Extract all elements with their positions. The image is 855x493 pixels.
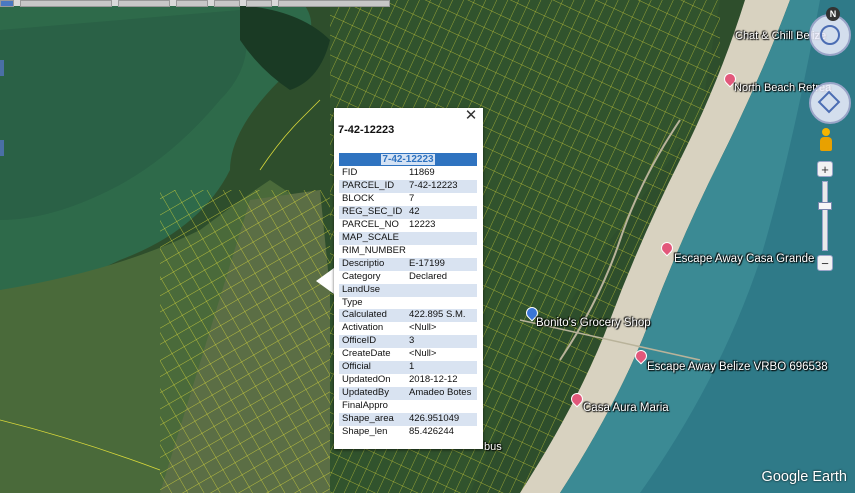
attribute-table: FID 11869 PARCEL_ID 7-42-12223 BLOCK 7 REG_SEC… (339, 167, 477, 439)
attribute-key: Calculated (339, 309, 406, 323)
attribute-key: REG_SEC_ID (339, 205, 406, 219)
attribute-value: 422.895 S.M. (406, 309, 477, 323)
attribute-value: Amadeo Botes (406, 387, 477, 401)
attribute-value: 85.426244 (409, 426, 454, 438)
attribute-value: <Null> (409, 322, 437, 334)
attribute-row: Calculated 422.895 S.M. (339, 309, 477, 323)
look-joystick[interactable] (809, 82, 851, 124)
attribute-key: PARCEL_NO (342, 218, 399, 230)
attribute-key: Shape_len (342, 426, 388, 438)
close-icon[interactable]: ✕ (464, 108, 478, 123)
google-earth-logo: Google Earth (761, 469, 847, 485)
popup-pointer (316, 268, 334, 294)
place-label-casa-aura[interactable]: Casa Aura Maria (583, 402, 669, 414)
attribute-value: 2018-12-12 (409, 374, 458, 386)
popup-title: 7-42-12223 (338, 124, 395, 136)
attribute-row: BLOCK 7 (339, 193, 477, 206)
place-label-bus[interactable]: bus (484, 441, 502, 453)
attribute-key: Category (342, 270, 381, 282)
street-view-pegman-icon[interactable] (819, 128, 833, 152)
attribute-row: Shape_len 85.426244 (339, 426, 477, 439)
attribute-key: RIM_NUMBER (342, 244, 406, 256)
attribute-row: Activation <Null> (339, 322, 477, 335)
attribute-row: FinalAppro (339, 400, 477, 413)
attribute-key: UpdatedOn (342, 374, 391, 386)
attribute-row: Shape_area 426.951049 (339, 413, 477, 427)
rotate-icon[interactable] (820, 25, 840, 45)
attribute-value (406, 231, 477, 245)
attribute-row: RIM_NUMBER (339, 245, 477, 258)
toolbar-button[interactable] (20, 0, 112, 7)
attribute-row: UpdatedBy Amadeo Botes (339, 387, 477, 401)
attribute-key: Activation (342, 322, 384, 334)
attribute-value: 3 (406, 335, 477, 349)
attribute-key: PARCEL_ID (339, 179, 406, 193)
attribute-value (406, 245, 477, 258)
attribute-key: Type (342, 296, 363, 308)
toolbar-button[interactable] (176, 0, 208, 7)
compass-ring[interactable]: N (809, 7, 851, 56)
attribute-header-label: 7-42-12223 (381, 154, 435, 165)
attribute-key: FID (342, 167, 358, 178)
attribute-value: Declared (409, 270, 448, 282)
attribute-row: REG_SEC_ID 42 (339, 205, 477, 219)
toolbar-button[interactable] (278, 0, 390, 7)
attribute-key: UpdatedBy (339, 387, 406, 401)
attribute-key: OfficeID (339, 335, 406, 349)
navigation-controls: N + − (795, 6, 855, 276)
attribute-value: 12223 (409, 218, 436, 230)
attribute-row: Type (339, 297, 477, 310)
place-label-bonitos[interactable]: Bonito's Grocery Shop (536, 317, 651, 329)
attribute-value: <Null> (409, 348, 437, 360)
attribute-value (406, 297, 477, 310)
place-label-escape-away-casa[interactable]: Escape Away Casa Grande (674, 253, 814, 265)
toolbar-button[interactable] (0, 0, 14, 7)
attribute-value: 1 (406, 361, 477, 375)
side-panel-tab[interactable] (0, 60, 4, 76)
attribute-row: MAP_SCALE (339, 231, 477, 245)
attribute-value: 7 (409, 192, 415, 204)
attribute-row: FID 11869 (339, 167, 477, 180)
toolbar-button[interactable] (246, 0, 272, 7)
attribute-row: Official 1 (339, 361, 477, 375)
attribute-row: PARCEL_NO 12223 (339, 219, 477, 232)
attribute-row: LandUse (339, 283, 477, 297)
attribute-row: Descriptio E-17199 (339, 257, 477, 271)
attribute-value: 42 (406, 205, 477, 219)
zoom-slider-thumb[interactable] (818, 202, 832, 210)
attribute-row: OfficeID 3 (339, 335, 477, 349)
toolbar-strip (0, 0, 390, 7)
attribute-value (406, 400, 477, 413)
attribute-row: UpdatedOn 2018-12-12 (339, 374, 477, 387)
attribute-key: Descriptio (339, 257, 406, 271)
attribute-row: Category Declared (339, 271, 477, 284)
north-indicator[interactable]: N (826, 7, 840, 21)
zoom-in-button[interactable]: + (817, 161, 833, 177)
attribute-table-header: 7-42-12223 (339, 153, 477, 166)
attribute-value (406, 283, 477, 297)
toolbar-button[interactable] (214, 0, 240, 7)
parcel-info-popup: ✕ 7-42-12223 7-42-12223 FID 11869 PARCEL_I… (334, 108, 483, 449)
side-panel-tab[interactable] (0, 140, 4, 156)
attribute-key: Official (339, 361, 406, 375)
attribute-row: CreateDate <Null> (339, 348, 477, 361)
attribute-value: 426.951049 (406, 413, 477, 427)
attribute-key: LandUse (339, 283, 406, 297)
attribute-key: FinalAppro (342, 400, 388, 412)
zoom-slider[interactable] (818, 181, 832, 251)
zoom-out-button[interactable]: − (817, 255, 833, 271)
attribute-key: Shape_area (339, 413, 406, 427)
look-icon[interactable] (817, 90, 841, 114)
attribute-key: CreateDate (342, 348, 391, 360)
zoom-control: + − (817, 161, 833, 271)
place-label-escape-away-vrbo[interactable]: Escape Away Belize VRBO 696538 (647, 361, 828, 373)
toolbar-button[interactable] (118, 0, 170, 7)
attribute-value: 11869 (409, 167, 435, 178)
attribute-row: PARCEL_ID 7-42-12223 (339, 179, 477, 193)
attribute-key: BLOCK (342, 192, 375, 204)
attribute-key: MAP_SCALE (339, 231, 406, 245)
attribute-value: E-17199 (406, 257, 477, 271)
attribute-value: 7-42-12223 (406, 179, 477, 193)
